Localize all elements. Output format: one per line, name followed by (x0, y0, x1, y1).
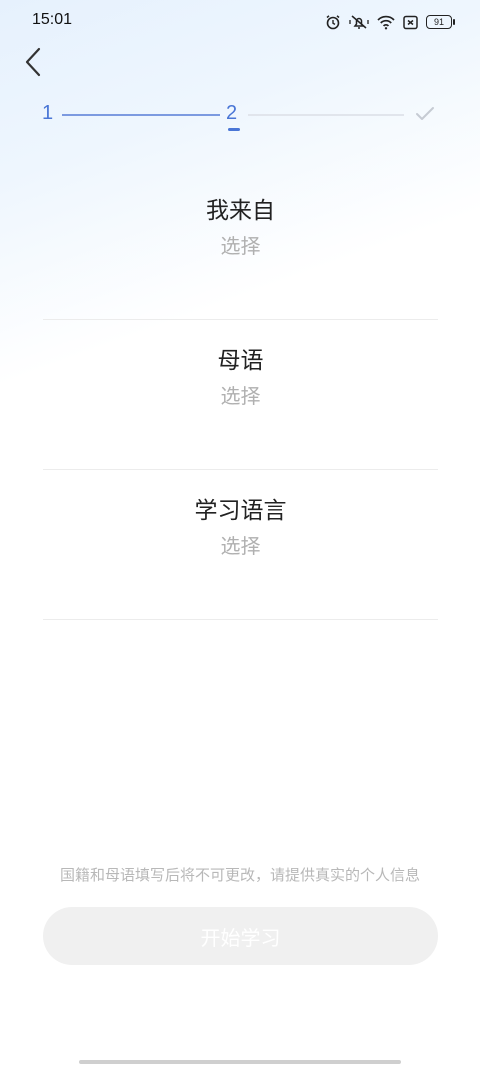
battery-icon: 91 (426, 15, 455, 29)
info-notice: 国籍和母语填写后将不可更改，请提供真实的个人信息 (59, 866, 420, 884)
progress-stepper: 1 2 (0, 96, 480, 136)
alarm-icon (325, 14, 341, 30)
home-indicator[interactable] (79, 1060, 401, 1064)
origin-value: 选择 (220, 234, 261, 258)
step-1-label: 1 (42, 102, 54, 124)
origin-selector[interactable]: 我来自 选择 (43, 170, 438, 320)
native-language-label: 母语 (217, 348, 264, 374)
back-button[interactable] (18, 44, 48, 80)
origin-label: 我来自 (206, 198, 275, 224)
battery-level: 91 (433, 17, 444, 27)
step-2-label: 2 (226, 102, 238, 124)
native-language-value: 选择 (220, 384, 261, 408)
check-icon (414, 104, 436, 128)
wifi-icon (377, 15, 395, 30)
status-icons: 91 (325, 12, 455, 32)
vibrate-mute-icon (349, 14, 369, 30)
start-learning-button[interactable]: 开始学习 (43, 907, 438, 965)
sim-none-icon (403, 15, 418, 30)
native-language-selector[interactable]: 母语 选择 (43, 320, 438, 470)
status-bar: 15:01 91 (0, 0, 480, 42)
step-connector-pending (248, 114, 404, 116)
learning-language-label: 学习语言 (194, 498, 287, 524)
status-time: 15:01 (32, 11, 73, 28)
step-connector-completed (62, 114, 220, 116)
active-step-indicator (228, 128, 240, 131)
chevron-left-icon (25, 47, 41, 77)
learning-language-value: 选择 (220, 534, 261, 558)
learning-language-selector[interactable]: 学习语言 选择 (43, 470, 438, 620)
